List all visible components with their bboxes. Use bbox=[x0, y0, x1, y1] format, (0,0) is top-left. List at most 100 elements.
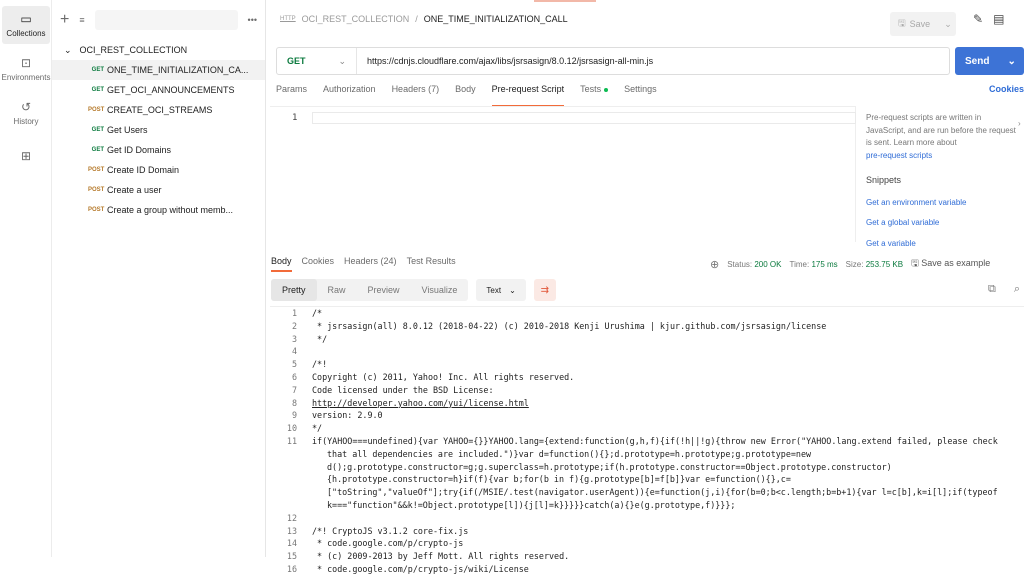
request-item[interactable]: GET Get ID Domains bbox=[52, 140, 265, 160]
url-input[interactable]: https://cdnjs.cloudflare.com/ajax/libs/j… bbox=[357, 56, 653, 66]
line-number: 1 bbox=[292, 113, 298, 123]
request-name: GET_OCI_ANNOUNCEMENTS bbox=[107, 85, 235, 95]
main-panel: HTTP OCI_REST_COLLECTION / ONE_TIME_INIT… bbox=[270, 0, 1024, 574]
request-name: ONE_TIME_INITIALIZATION_CA... bbox=[107, 65, 249, 75]
request-item[interactable]: GET ONE_TIME_INITIALIZATION_CA... bbox=[52, 60, 265, 80]
view-raw[interactable]: Raw bbox=[317, 279, 357, 301]
status-dot-icon bbox=[604, 87, 609, 92]
code-line: 12 bbox=[270, 512, 1024, 525]
chevron-down-icon[interactable]: ⌄ bbox=[1007, 56, 1015, 67]
tab-settings[interactable]: Settings bbox=[624, 84, 657, 102]
line-number: 5 bbox=[291, 359, 297, 370]
request-item[interactable]: POST Create a user bbox=[52, 180, 265, 200]
snippet-link[interactable]: Get a global variable bbox=[866, 217, 1016, 230]
filter-icon[interactable]: ≡ bbox=[79, 15, 84, 25]
code-text: /*! bbox=[312, 359, 328, 370]
method-badge: POST bbox=[88, 187, 105, 193]
method-badge: POST bbox=[88, 167, 105, 173]
code-text: Copyright (c) 2011, Yahoo! Inc. All righ… bbox=[312, 371, 575, 382]
rail-add-workspace[interactable]: ⊞ bbox=[2, 138, 50, 176]
collections-sidebar: + ≡ ••• ⌄ OCI_REST_COLLECTION GET ONE_TIME… bbox=[52, 0, 266, 557]
tab-params[interactable]: Params bbox=[276, 84, 307, 102]
edit-icon[interactable]: ✎ bbox=[973, 12, 983, 26]
line-number: 2 bbox=[291, 320, 297, 331]
environment-icon: ⊡ bbox=[20, 56, 32, 70]
size-value: 253.75 KB bbox=[865, 259, 904, 269]
snippet-link[interactable]: Get a variable bbox=[866, 238, 1016, 251]
view-mode-segment: Pretty Raw Preview Visualize bbox=[271, 279, 469, 301]
code-line: 7 Code licensed under the BSD License: bbox=[270, 384, 1024, 397]
docs-icon[interactable]: ▤ bbox=[993, 12, 1004, 26]
chevron-right-icon[interactable]: › bbox=[1018, 118, 1021, 131]
page-title: ONE_TIME_INITIALIZATION_CALL bbox=[423, 14, 568, 24]
code-line: 13 /*! CryptoJS v3.1.2 core-fix.js bbox=[270, 525, 1024, 538]
request-name: Get ID Domains bbox=[107, 145, 172, 155]
search-input[interactable] bbox=[94, 10, 238, 30]
rail-history[interactable]: ↺ History bbox=[2, 94, 50, 132]
breadcrumb-collection[interactable]: OCI_REST_COLLECTION bbox=[302, 14, 410, 24]
line-number: 7 bbox=[291, 384, 297, 395]
view-preview[interactable]: Preview bbox=[357, 279, 411, 301]
request-item[interactable]: GET Get Users bbox=[52, 120, 265, 140]
code-text: */ bbox=[312, 423, 323, 434]
cookies-link[interactable]: Cookies bbox=[989, 84, 1024, 94]
snippet-link[interactable]: Get an environment variable bbox=[866, 197, 1016, 210]
tab-authorization[interactable]: Authorization bbox=[323, 84, 376, 102]
code-text: /*! CryptoJS v3.1.2 core-fix.js bbox=[312, 525, 469, 536]
code-text: * jsrsasign(all) 8.0.12 (2018-04-22) (c)… bbox=[312, 320, 827, 331]
tab-response-cookies[interactable]: Cookies bbox=[302, 256, 335, 266]
wrap-lines-icon[interactable]: ⇉ bbox=[533, 279, 556, 301]
request-name: CREATE_OCI_STREAMS bbox=[107, 105, 213, 115]
search-icon[interactable]: ⌕ bbox=[1014, 283, 1020, 296]
code-line: 2 * jsrsasign(all) 8.0.12 (2018-04-22) (… bbox=[270, 320, 1024, 333]
chevron-down-icon[interactable]: ⌄ bbox=[944, 19, 952, 30]
copy-icon[interactable]: ⧉ bbox=[988, 283, 996, 296]
help-panel: › Pre-request scripts are written in Jav… bbox=[866, 112, 1021, 258]
line-number: 6 bbox=[291, 371, 297, 382]
code-line: 3 */ bbox=[270, 333, 1024, 346]
script-editor[interactable]: 1 bbox=[270, 106, 856, 242]
code-text: version: 2.9.0 bbox=[312, 410, 383, 421]
tab-headers[interactable]: Headers (7) bbox=[392, 84, 440, 102]
tab-body[interactable]: Body bbox=[455, 84, 476, 102]
save-button[interactable]: 🖫 Save ⌄ bbox=[890, 12, 956, 36]
pre-request-scripts-link[interactable]: pre-request scripts bbox=[866, 150, 1016, 163]
format-select[interactable]: Text ⌄ bbox=[476, 279, 526, 301]
line-number: 8 bbox=[291, 397, 297, 408]
editor-current-line[interactable] bbox=[312, 112, 856, 124]
code-line: 8 http://developer.yahoo.com/yui/license.… bbox=[270, 397, 1024, 410]
line-number: 13 bbox=[286, 525, 297, 536]
method-select[interactable]: GET ⌄ bbox=[277, 48, 357, 74]
more-icon[interactable]: ••• bbox=[248, 15, 257, 25]
chevron-down-icon: ⌄ bbox=[509, 285, 516, 295]
method-badge: POST bbox=[88, 207, 105, 213]
breadcrumb: HTTP OCI_REST_COLLECTION / ONE_TIME_INIT… bbox=[280, 14, 568, 24]
apps-add-icon: ⊞ bbox=[20, 148, 32, 163]
add-icon[interactable]: + bbox=[60, 11, 69, 29]
tab-test-results[interactable]: Test Results bbox=[407, 256, 456, 266]
request-item[interactable]: GET GET_OCI_ANNOUNCEMENTS bbox=[52, 80, 265, 100]
globe-icon[interactable]: ⊕ bbox=[710, 258, 719, 271]
request-item[interactable]: POST Create a group without memb... bbox=[52, 200, 265, 220]
response-body: 1 /* 2 * jsrsasign(all) 8.0.12 (2018-04-22… bbox=[270, 306, 1024, 576]
response-tabs: Body Cookies Headers (24) Test Results bbox=[271, 256, 456, 272]
code-line: 4 bbox=[270, 345, 1024, 358]
rail-collections[interactable]: ▭ Collections bbox=[2, 6, 50, 44]
line-number: 16 bbox=[286, 563, 297, 574]
tab-response-body[interactable]: Body bbox=[271, 256, 292, 272]
view-visualize[interactable]: Visualize bbox=[411, 279, 469, 301]
tab-tests[interactable]: Tests bbox=[580, 84, 609, 102]
save-as-example-button[interactable]: 🖫 Save as example bbox=[911, 256, 990, 272]
request-item[interactable]: POST CREATE_OCI_STREAMS bbox=[52, 100, 265, 120]
collection-item[interactable]: ⌄ OCI_REST_COLLECTION bbox=[52, 40, 265, 60]
code-text: */ bbox=[312, 333, 328, 344]
url-bar: GET ⌄ https://cdnjs.cloudflare.com/ajax/l… bbox=[276, 47, 950, 75]
send-button[interactable]: Send ⌄ bbox=[955, 47, 1024, 75]
tab-response-headers[interactable]: Headers (24) bbox=[344, 256, 397, 266]
code-text[interactable]: http://developer.yahoo.com/yui/license.h… bbox=[297, 397, 535, 410]
request-item[interactable]: POST Create ID Domain bbox=[52, 160, 265, 180]
code-text: * code.google.com/p/crypto-js/wiki/Licen… bbox=[312, 563, 529, 574]
rail-environments[interactable]: ⊡ Environments bbox=[2, 50, 51, 88]
view-pretty[interactable]: Pretty bbox=[271, 279, 317, 301]
tab-pre-request-script[interactable]: Pre-request Script bbox=[491, 84, 564, 107]
